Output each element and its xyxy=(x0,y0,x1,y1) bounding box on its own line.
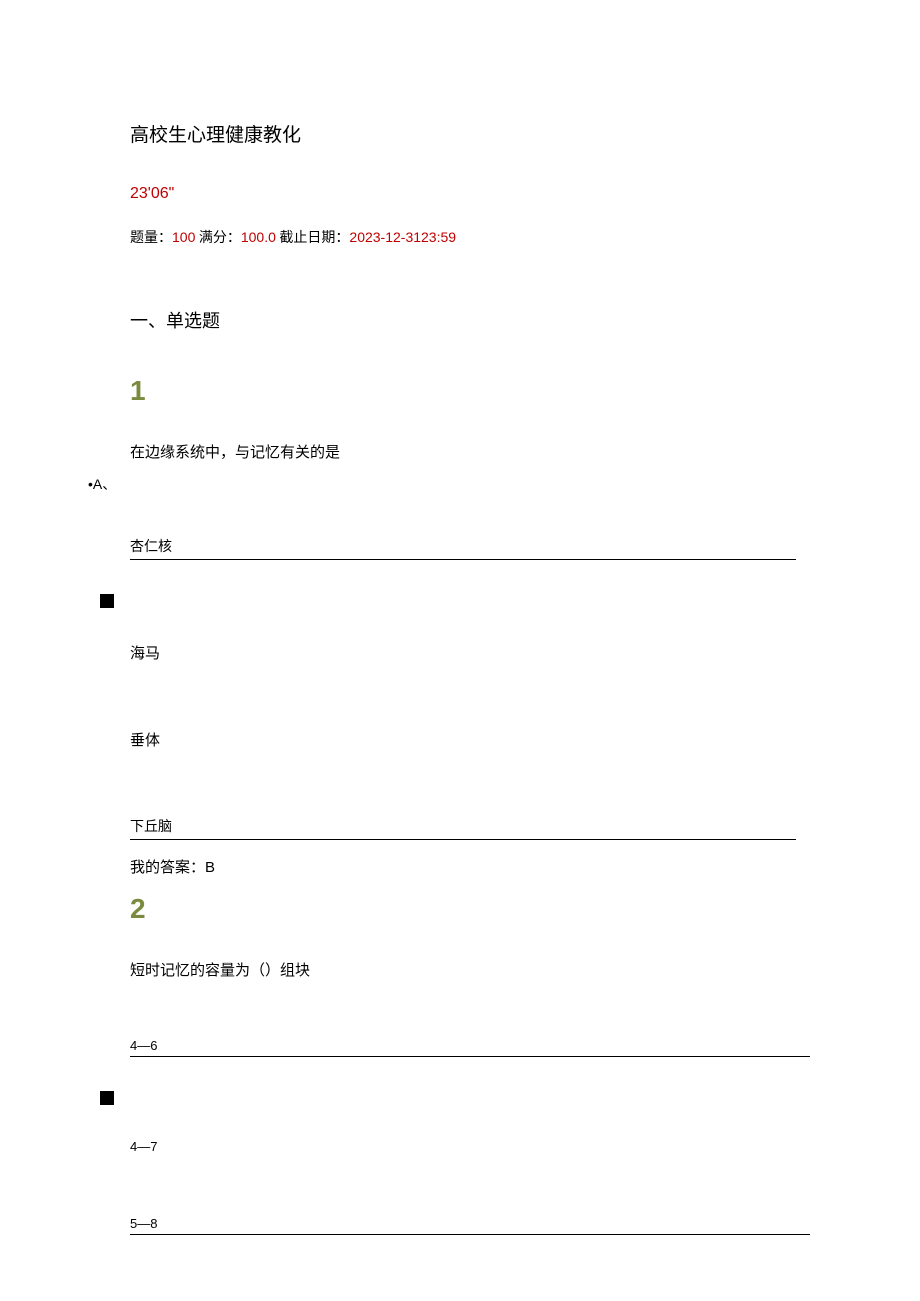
option-b[interactable]: 海马 xyxy=(130,642,790,663)
full-value: 100.0 xyxy=(241,229,276,245)
deadline-label: 截止日期： xyxy=(276,231,350,246)
question-number: 1 xyxy=(130,375,790,407)
option-marker: •A、 xyxy=(88,474,790,494)
my-answer: 我的答案：B xyxy=(130,856,790,877)
option-c[interactable]: 垂体 xyxy=(130,729,790,750)
question-stem: 短时记忆的容量为（）组块 xyxy=(130,959,790,980)
question-stem: 在边缘系统中，与记忆有关的是 xyxy=(130,441,790,462)
my-answer-label: 我的答案： xyxy=(130,859,205,876)
my-answer-value: B xyxy=(205,859,215,876)
square-marker-icon xyxy=(100,1091,114,1105)
deadline-value: 2023-12-3123:59 xyxy=(349,229,456,245)
question-number: 2 xyxy=(130,893,790,925)
page-title: 高校生心理健康教化 xyxy=(130,120,790,147)
option-a[interactable]: 杏仁核 xyxy=(130,536,796,560)
count-label: 题量： xyxy=(130,231,172,246)
option-b[interactable]: 4—7 xyxy=(130,1139,790,1154)
option-d[interactable]: 下丘脑 xyxy=(130,816,796,840)
timer-display: 23'06" xyxy=(130,185,790,203)
quiz-meta: 题量：100 满分：100.0 截止日期：2023-12-3123:59 xyxy=(130,227,790,247)
square-marker-icon xyxy=(100,594,114,608)
option-c[interactable]: 5—8 xyxy=(130,1216,810,1235)
full-label: 满分： xyxy=(195,231,241,246)
section-title: 一、单选题 xyxy=(130,307,790,333)
option-a[interactable]: 4—6 xyxy=(130,1038,810,1057)
count-value: 100 xyxy=(172,229,195,245)
